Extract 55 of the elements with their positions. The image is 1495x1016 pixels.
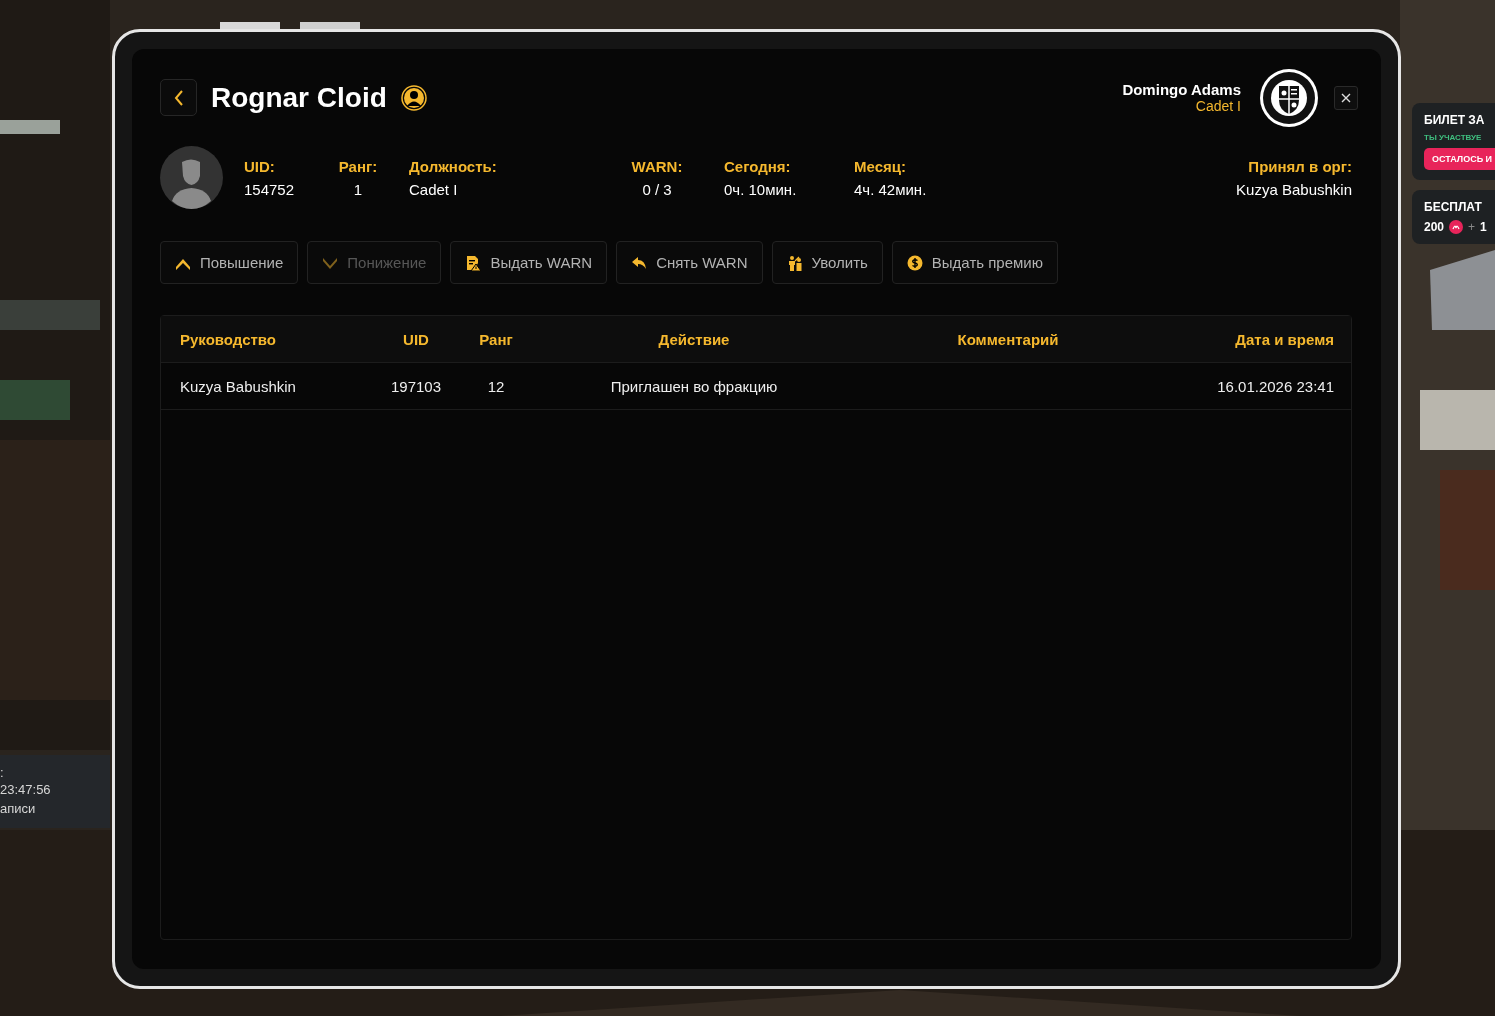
field-label: WARN: xyxy=(631,157,683,175)
chevron-left-icon xyxy=(173,89,184,106)
back-button[interactable] xyxy=(160,79,197,116)
field-value: 4ч. 42мин. xyxy=(854,180,927,198)
column-header: Комментарий xyxy=(957,330,1059,348)
card-title: БЕСПЛАТ xyxy=(1424,200,1482,214)
column-header: Дата и время xyxy=(1235,330,1334,348)
action-button[interactable]: Снять WARN xyxy=(616,241,763,284)
table-cell-text: Kuzya Babushkin xyxy=(180,377,297,395)
seal-icon xyxy=(1259,67,1319,128)
field-value: Kuzya Babushkin xyxy=(1236,180,1352,198)
amount-text: 200 xyxy=(1424,220,1445,234)
close-icon xyxy=(1341,92,1351,103)
timer-button[interactable]: ОСТАЛОСЬ И xyxy=(1424,148,1495,170)
column-header: Руководство xyxy=(180,330,277,348)
avatar-icon xyxy=(160,146,223,209)
field-label: Месяц: xyxy=(854,157,906,175)
player-name: Rognar Cloid xyxy=(211,81,387,114)
user-name: Domingo Adams xyxy=(1122,81,1241,98)
action-button[interactable]: Выдать WARN xyxy=(450,241,608,284)
column-header: UID xyxy=(403,330,429,348)
hud-text: : xyxy=(0,767,4,778)
column-header: Действие xyxy=(658,330,730,348)
card-title: БИЛЕТ ЗА xyxy=(1424,113,1485,127)
field-value: Cadet I xyxy=(409,180,458,198)
field-label: Должность: xyxy=(409,157,497,175)
amount-text: 1 xyxy=(1480,220,1487,234)
field-label: Принял в орг: xyxy=(1248,157,1352,175)
field-label: Сегодня: xyxy=(724,157,791,175)
plus-sign: + xyxy=(1468,220,1476,234)
field-value: 154752 xyxy=(244,180,295,198)
reply-arrow-icon xyxy=(631,254,648,271)
coin-icon xyxy=(906,254,923,271)
table-cell: 12 xyxy=(487,377,505,395)
user-rank: Cadet I xyxy=(1195,98,1241,114)
people-icon xyxy=(786,254,803,271)
field-value: 1 xyxy=(353,180,363,198)
column-header: Ранг xyxy=(479,330,513,348)
field-value: 0 / 3 xyxy=(642,180,672,198)
field-value: 0ч. 10мин. xyxy=(724,180,797,198)
field-label: UID: xyxy=(244,157,275,175)
document-warning-icon xyxy=(465,254,482,271)
action-button[interactable]: Уволить xyxy=(771,241,883,284)
close-button[interactable] xyxy=(1334,85,1358,110)
action-button[interactable]: Выдать премию xyxy=(891,241,1058,284)
table-cell: 16.01.2026 23:41 xyxy=(1217,377,1334,395)
field-label: Ранг: xyxy=(338,157,378,175)
person-icon xyxy=(400,84,427,111)
coin-icon xyxy=(1449,220,1464,234)
table-cell: 197103 xyxy=(390,377,442,395)
hud-text: аписи xyxy=(0,800,36,816)
action-button[interactable]: Повышение xyxy=(160,241,299,284)
card-subtitle: ТЫ УЧАСТВУЕ xyxy=(1424,133,1482,142)
table-cell: Приглашен во фракцию xyxy=(610,377,778,395)
hud-text: 23:47:56 xyxy=(0,781,51,797)
